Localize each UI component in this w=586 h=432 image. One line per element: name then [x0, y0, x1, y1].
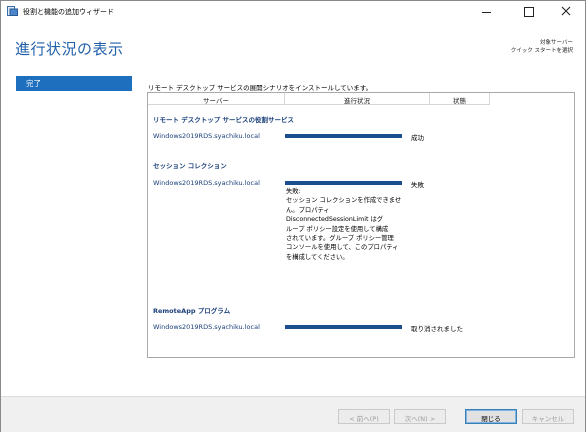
column-header-status[interactable]: 状態	[430, 93, 490, 105]
target-server-info: 対象サーバー クイック スタートを選択	[511, 39, 573, 55]
error-detail-line: ん。プロパティ	[286, 206, 330, 214]
maximize-icon[interactable]	[509, 1, 547, 23]
server-name: Windows2019RDS.syachiku.local	[153, 323, 260, 331]
wizard-button-bar: < 前へ(P) 次へ(N) > 閉じる キャンセル	[1, 396, 585, 432]
error-detail-line: コンソールを使用して、このプロパティ	[286, 244, 399, 252]
progress-bar	[285, 181, 402, 185]
error-detail-line: セッション コレクションを作成できませ	[286, 197, 402, 205]
progress-table: サーバー 進行状況 状態 リモート デスクトップ サービスの役割サービス Win…	[147, 92, 575, 358]
next-button[interactable]: 次へ(N) >	[394, 409, 446, 424]
title-bar: 役割と機能の追加ウィザード	[1, 1, 585, 23]
previous-button[interactable]: < 前へ(P)	[338, 409, 390, 424]
error-detail: 失敗: セッション コレクションを作成できませ ん。プロパティ Disconne…	[286, 187, 404, 262]
status-text: 取り消されました	[411, 325, 463, 333]
status-text: 失敗	[411, 181, 424, 189]
error-detail-line: を構成してください。	[286, 253, 349, 261]
target-server-label: 対象サーバー	[540, 40, 573, 46]
progress-bar	[285, 325, 402, 329]
progress-intro-text: リモート デスクトップ サービスの展開シナリオをインストールしています。	[148, 84, 373, 92]
progress-bar-fill	[285, 181, 402, 185]
close-icon[interactable]	[547, 1, 585, 23]
section-title-rds-role-services: リモート デスクトップ サービスの役割サービス	[153, 116, 295, 124]
wizard-nav: 完了	[16, 76, 132, 91]
error-detail-line: されています。グループ ポリシー管理	[286, 235, 394, 243]
section-title-remoteapp-programs: RemoteApp プログラム	[153, 307, 231, 315]
progress-bar-fill	[285, 325, 402, 329]
column-header-server[interactable]: サーバー	[148, 93, 285, 105]
server-manager-icon	[7, 6, 18, 16]
error-detail-line: 失敗:	[286, 188, 301, 195]
server-name: Windows2019RDS.syachiku.local	[153, 179, 260, 187]
column-header-progress[interactable]: 進行状況	[285, 93, 430, 105]
progress-bar	[285, 134, 402, 138]
error-detail-line: DisconnectedSessionLimit はグ	[286, 216, 384, 224]
page-title: 進行状況の表示	[15, 40, 124, 58]
progress-bar-fill	[285, 134, 402, 138]
status-text: 成功	[411, 134, 424, 142]
minimize-icon[interactable]	[467, 1, 505, 23]
error-detail-line: ループ ポリシー設定を使用して構成	[286, 225, 389, 233]
cancel-button[interactable]: キャンセル	[522, 409, 574, 424]
server-name: Windows2019RDS.syachiku.local	[153, 132, 260, 140]
target-server-value: クイック スタートを選択	[510, 48, 573, 54]
nav-item-complete[interactable]: 完了	[16, 76, 132, 91]
wizard-window: 役割と機能の追加ウィザード 進行状況の表示 対象サーバー クイック スタートを選…	[0, 0, 586, 432]
window-title: 役割と機能の追加ウィザード	[23, 8, 114, 16]
section-title-session-collection: セッション コレクション	[153, 162, 227, 170]
close-button[interactable]: 閉じる	[465, 409, 517, 424]
